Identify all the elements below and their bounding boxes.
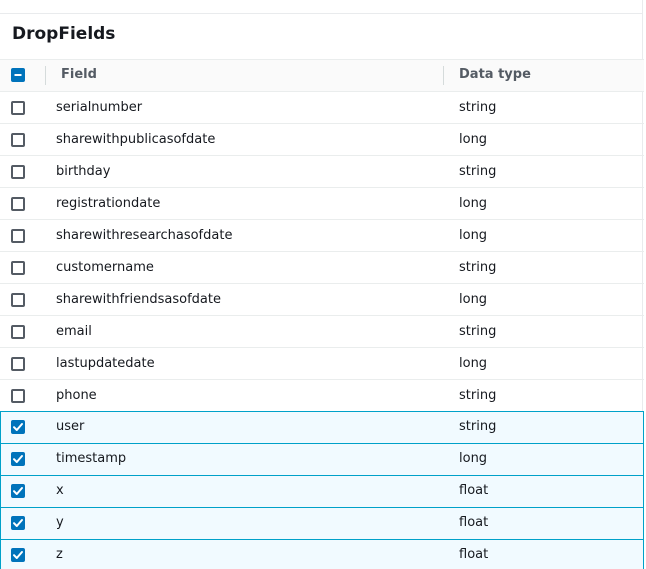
field-name-cell: birthday bbox=[56, 164, 111, 179]
field-name-cell: y bbox=[56, 515, 64, 530]
row-checkbox[interactable] bbox=[11, 389, 25, 403]
data-type-cell: string bbox=[459, 388, 497, 403]
row-checkbox[interactable] bbox=[11, 293, 25, 307]
row-checkbox[interactable] bbox=[11, 229, 25, 243]
field-name-cell: registrationdate bbox=[56, 196, 161, 211]
table-row[interactable]: x float bbox=[0, 475, 644, 508]
data-type-cell: long bbox=[459, 132, 488, 147]
row-checkbox[interactable] bbox=[11, 261, 25, 275]
table-row[interactable]: timestamp long bbox=[0, 443, 644, 476]
checkmark-icon bbox=[13, 551, 23, 559]
column-divider[interactable] bbox=[443, 66, 444, 85]
table-header: Field Data type bbox=[0, 59, 644, 92]
row-checkbox[interactable] bbox=[11, 452, 25, 466]
checkmark-icon bbox=[13, 487, 23, 495]
field-name-cell: sharewithresearchasofdate bbox=[56, 228, 233, 243]
data-type-cell: long bbox=[459, 292, 488, 307]
data-type-cell: string bbox=[459, 324, 497, 339]
row-checkbox[interactable] bbox=[11, 165, 25, 179]
checkmark-icon bbox=[13, 519, 23, 527]
table-row[interactable]: customername string bbox=[0, 252, 644, 284]
table-row[interactable]: z float bbox=[0, 539, 644, 569]
row-checkbox[interactable] bbox=[11, 420, 25, 434]
field-name-cell: sharewithpublicasofdate bbox=[56, 132, 216, 147]
row-checkbox[interactable] bbox=[11, 516, 25, 530]
field-name-cell: z bbox=[56, 547, 63, 562]
data-type-cell: long bbox=[459, 356, 488, 371]
field-name-cell: email bbox=[56, 324, 92, 339]
row-checkbox[interactable] bbox=[11, 325, 25, 339]
data-type-cell: string bbox=[459, 164, 497, 179]
row-checkbox[interactable] bbox=[11, 197, 25, 211]
data-type-cell: string bbox=[459, 100, 497, 115]
minus-icon bbox=[14, 74, 22, 76]
field-name-cell: phone bbox=[56, 388, 97, 403]
column-header-data-type[interactable]: Data type bbox=[459, 67, 531, 82]
data-type-cell: float bbox=[459, 515, 489, 530]
table-row[interactable]: sharewithfriendsasofdate long bbox=[0, 284, 644, 316]
fields-table: Field Data type serialnumber string sharew… bbox=[0, 59, 644, 569]
checkmark-icon bbox=[13, 455, 23, 463]
data-type-cell: float bbox=[459, 547, 489, 562]
table-row[interactable]: phone string bbox=[0, 380, 644, 412]
data-type-cell: string bbox=[459, 419, 497, 434]
table-row[interactable]: serialnumber string bbox=[0, 92, 644, 124]
field-name-cell: timestamp bbox=[56, 451, 127, 466]
field-name-cell: serialnumber bbox=[56, 100, 143, 115]
row-checkbox[interactable] bbox=[11, 484, 25, 498]
row-checkbox[interactable] bbox=[11, 548, 25, 562]
table-row[interactable]: email string bbox=[0, 316, 644, 348]
data-type-cell: string bbox=[459, 260, 497, 275]
row-checkbox[interactable] bbox=[11, 357, 25, 371]
field-name-cell: sharewithfriendsasofdate bbox=[56, 292, 221, 307]
data-type-cell: float bbox=[459, 483, 489, 498]
table-row[interactable]: sharewithpublicasofdate long bbox=[0, 124, 644, 156]
table-row[interactable]: lastupdatedate long bbox=[0, 348, 644, 380]
field-name-cell: customername bbox=[56, 260, 154, 275]
checkmark-icon bbox=[13, 423, 23, 431]
table-row[interactable]: registrationdate long bbox=[0, 188, 644, 220]
field-name-cell: lastupdatedate bbox=[56, 356, 155, 371]
table-body: serialnumber string sharewithpublicasofdat… bbox=[0, 92, 644, 569]
table-row[interactable]: user string bbox=[0, 411, 644, 444]
table-row[interactable]: y float bbox=[0, 507, 644, 540]
panel-title: DropFields bbox=[12, 24, 116, 44]
row-checkbox[interactable] bbox=[11, 133, 25, 147]
column-divider[interactable] bbox=[45, 66, 46, 85]
table-row[interactable]: birthday string bbox=[0, 156, 644, 188]
select-all-checkbox[interactable] bbox=[11, 68, 25, 82]
data-type-cell: long bbox=[459, 228, 488, 243]
data-type-cell: long bbox=[459, 451, 488, 466]
row-checkbox[interactable] bbox=[11, 101, 25, 115]
drop-fields-panel: DropFields Field Data type serialnumber s… bbox=[0, 0, 646, 569]
table-row[interactable]: sharewithresearchasofdate long bbox=[0, 220, 644, 252]
column-header-field[interactable]: Field bbox=[61, 67, 97, 82]
field-name-cell: user bbox=[56, 419, 85, 434]
data-type-cell: long bbox=[459, 196, 488, 211]
field-name-cell: x bbox=[56, 483, 64, 498]
top-strip bbox=[0, 0, 643, 14]
